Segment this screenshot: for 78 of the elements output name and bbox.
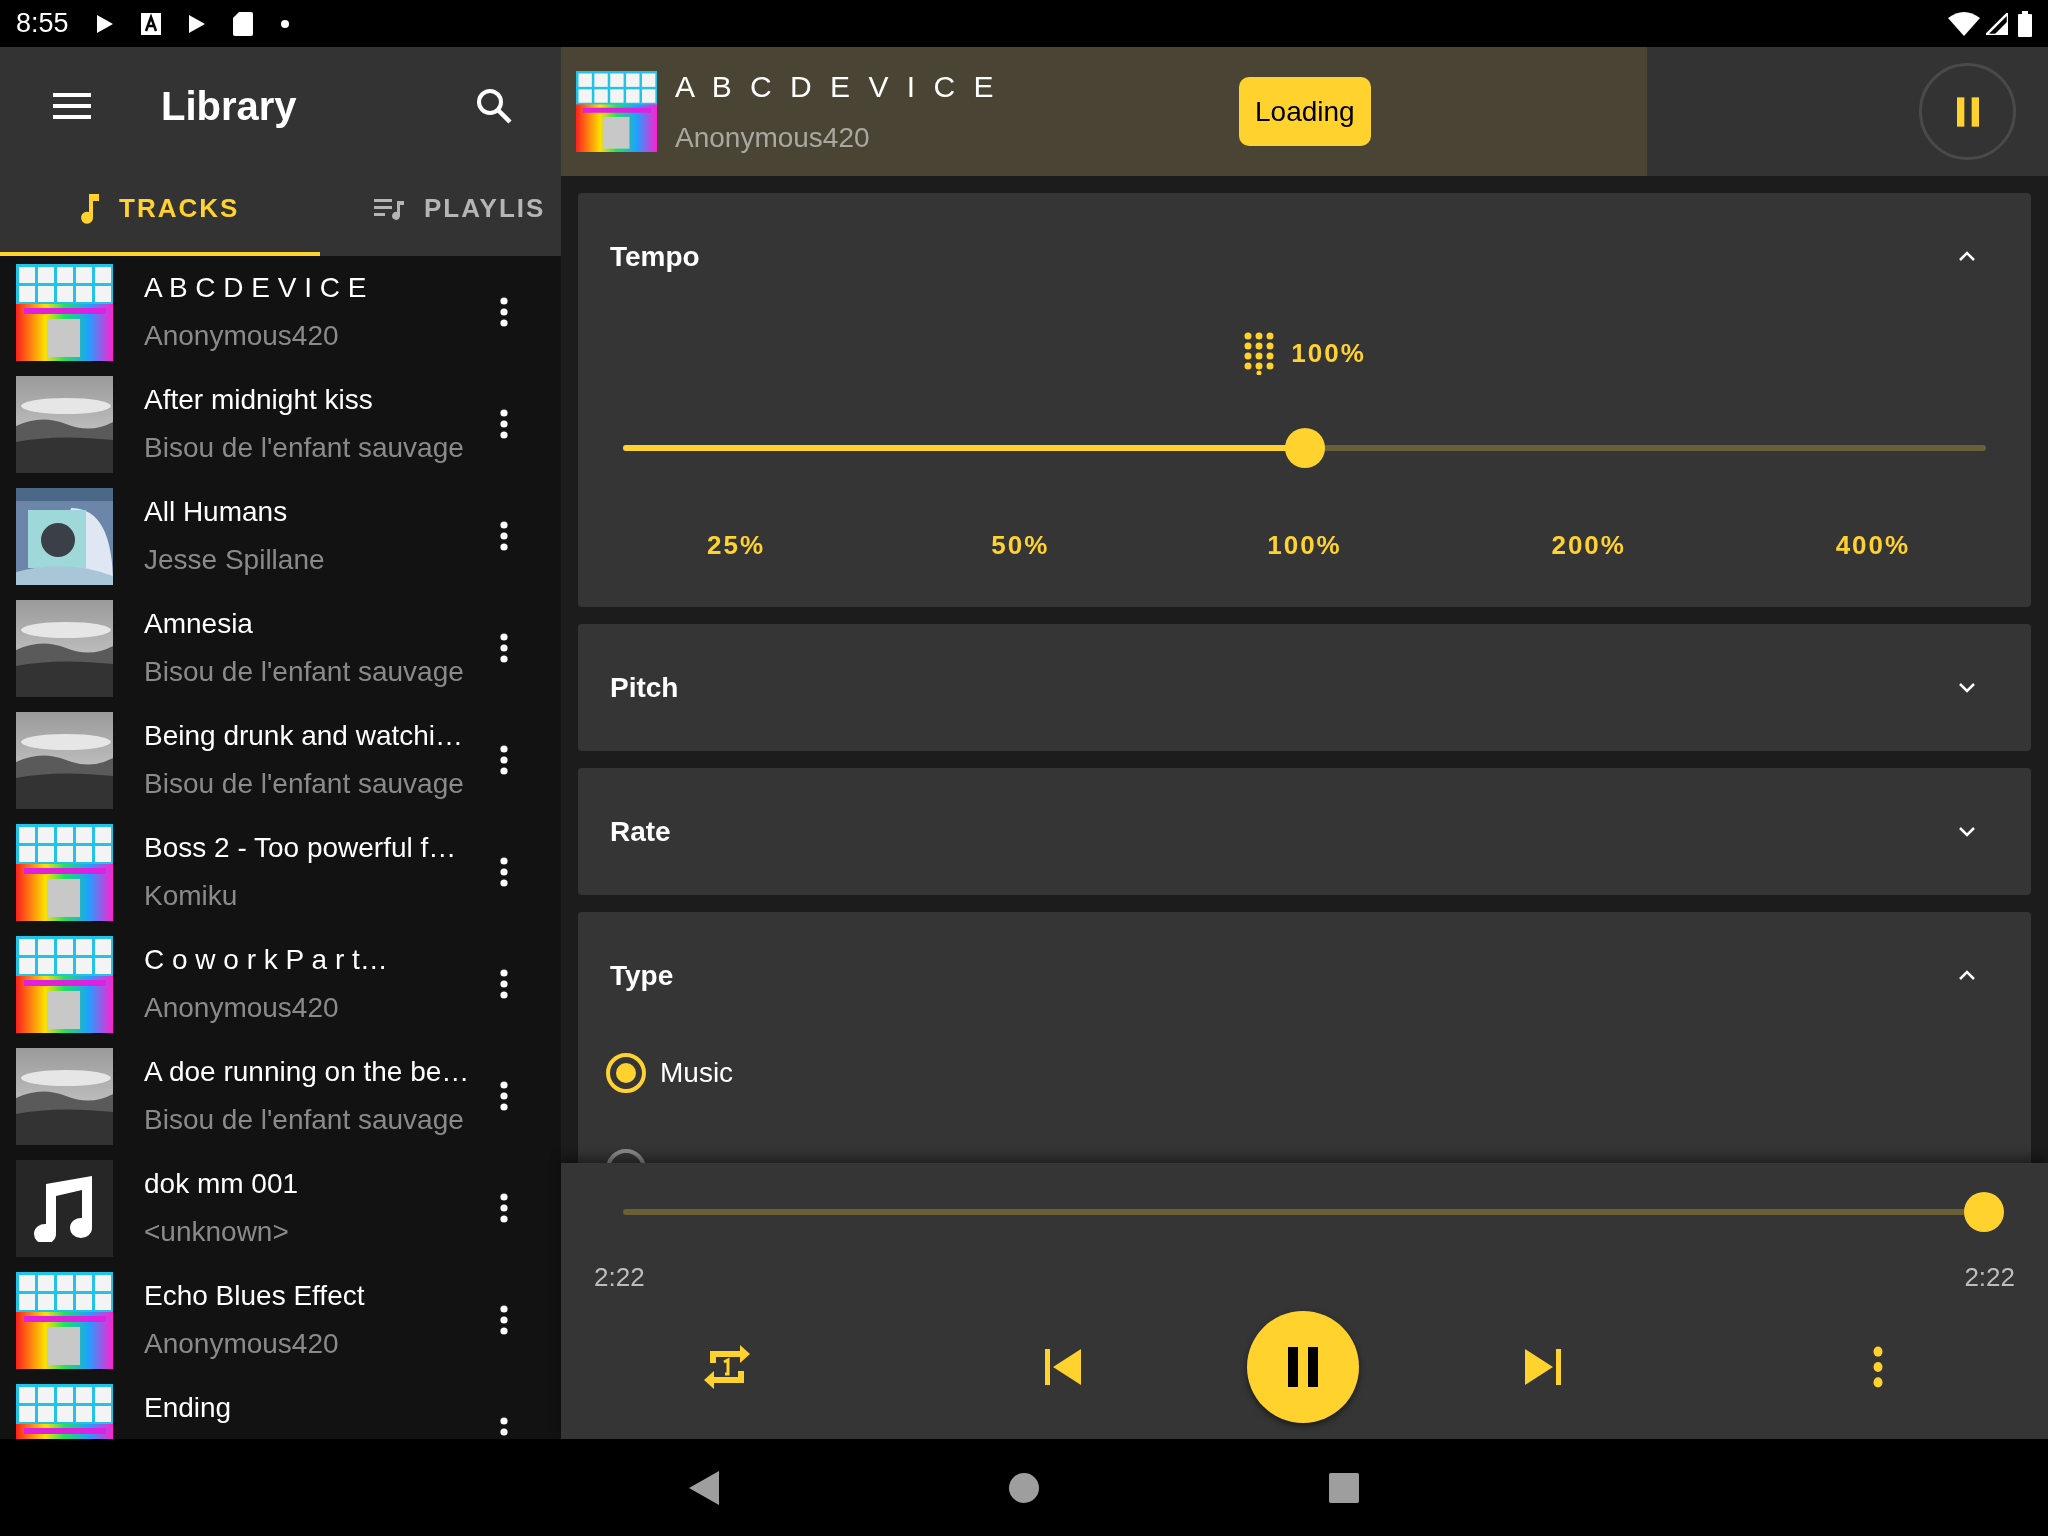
tick-label: 400%: [1834, 530, 1912, 560]
track-artist: Bisou de l'enfant sauvage: [144, 431, 465, 465]
track-artist: Anonymous420: [144, 1327, 340, 1361]
more-icon[interactable]: [500, 745, 508, 775]
skip-next-icon[interactable]: [1525, 1349, 1561, 1385]
more-icon[interactable]: [500, 409, 508, 439]
pause-button[interactable]: [1919, 63, 2016, 160]
card-header[interactable]: Type: [578, 912, 2031, 1039]
home-icon[interactable]: [1009, 1472, 1039, 1503]
track-artist: <unknown>: [144, 1215, 290, 1249]
tab[interactable]: PLAYLIS: [320, 165, 561, 256]
loading-badge: Loading: [1239, 77, 1371, 146]
wifi-icon: [1948, 11, 1980, 36]
tick-label: 50%: [990, 530, 1051, 560]
music-note-icon: [79, 193, 99, 224]
track-title: Ending: [144, 1391, 233, 1425]
more-icon[interactable]: [500, 297, 508, 327]
playlist-icon: [374, 196, 404, 221]
more-icon[interactable]: [500, 1417, 508, 1439]
track-title: Amnesia: [144, 607, 254, 641]
chevron-icon: [1958, 969, 1976, 982]
duration: 2:22: [1964, 1261, 2015, 1294]
track-artist: Bisou de l'enfant sauvage: [144, 655, 465, 689]
more-icon[interactable]: [500, 1193, 508, 1223]
now-playing-artist: Anonymous420: [675, 121, 871, 155]
track-title: C o w o r k P a r t…: [144, 943, 389, 977]
play-icon: [188, 14, 205, 33]
more-icon[interactable]: [500, 1305, 508, 1335]
track-artist: Anonymous420: [144, 319, 340, 353]
chevron-icon: [1958, 250, 1976, 263]
more-icon[interactable]: [500, 633, 508, 663]
track-artist: Bisou de l'enfant sauvage: [144, 1103, 465, 1137]
search-icon[interactable]: [476, 88, 512, 124]
tick-label: 100%: [1266, 530, 1343, 560]
menu-icon[interactable]: [53, 93, 91, 119]
more-icon[interactable]: [500, 857, 508, 887]
track-title: All Humans: [144, 495, 289, 529]
tab[interactable]: TRACKS: [0, 165, 320, 256]
mini-player-bar[interactable]: A B C D E V I C E Anonymous420 Loading: [561, 47, 1647, 176]
now-playing-title: A B C D E V I C E: [675, 69, 1000, 105]
signal-icon: [1986, 12, 2008, 35]
music-note-icon: [16, 1160, 113, 1257]
elapsed-time: 2:22: [594, 1261, 645, 1294]
chevron-icon: [1958, 825, 1976, 838]
track-artist: Anonymous420: [144, 991, 340, 1025]
more-icon[interactable]: [500, 521, 508, 551]
tempo-value: 100%: [1291, 336, 1366, 370]
battery-icon: [2018, 10, 2032, 37]
card-header[interactable]: Tempo: [578, 193, 2031, 320]
track-artist: Bisou de l'enfant sauvage: [144, 767, 465, 801]
library-title: Library: [161, 83, 297, 130]
track-artist: Jesse Spillane: [144, 543, 326, 577]
skip-previous-icon[interactable]: [1045, 1349, 1081, 1385]
track-title: A doe running on the be…: [144, 1055, 471, 1089]
track-title: Echo Blues Effect: [144, 1279, 366, 1313]
option-label: Music: [660, 1056, 734, 1090]
card-header[interactable]: Rate: [578, 768, 2031, 895]
chevron-icon: [1958, 681, 1976, 694]
track-artist: Komiku: [144, 879, 239, 913]
track-title: dok mm 001: [144, 1167, 300, 1201]
tick-label: 25%: [706, 530, 767, 560]
tick-label: 200%: [1550, 530, 1627, 560]
sd-card-icon: [232, 11, 253, 36]
app-icon: [140, 12, 161, 35]
more-icon[interactable]: [500, 1081, 508, 1111]
more-icon[interactable]: [500, 969, 508, 999]
back-icon[interactable]: [689, 1470, 719, 1505]
track-title: Boss 2 - Too powerful f…: [144, 831, 458, 865]
status-time: 8:55: [16, 7, 69, 41]
play-icon: [96, 14, 113, 33]
tempo-icon: [1243, 331, 1276, 375]
card-header[interactable]: Pitch: [578, 624, 2031, 751]
track-title: After midnight kiss: [144, 383, 374, 417]
dot-icon: [280, 19, 289, 28]
recents-icon[interactable]: [1329, 1472, 1359, 1503]
track-title: A B C D E V I C E: [144, 271, 368, 305]
more-icon[interactable]: [1873, 1346, 1883, 1388]
track-title: Being drunk and watchi…: [144, 719, 465, 753]
